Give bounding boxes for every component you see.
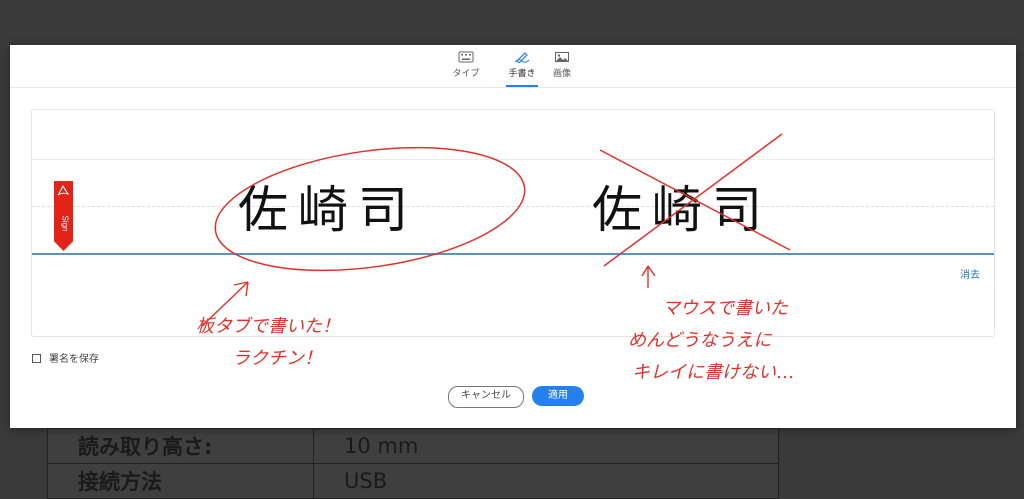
save-signature-label: 署名を保存 — [49, 354, 99, 365]
apply-button[interactable]: 適用 — [532, 386, 584, 406]
tab-type[interactable]: タイプ — [446, 51, 486, 79]
cancel-button[interactable]: キャンセル — [448, 386, 524, 408]
guide-line-dashed — [32, 206, 994, 207]
save-signature-option[interactable]: 署名を保存 — [32, 350, 99, 365]
sign-flag-label: Sign — [60, 215, 70, 232]
clear-button[interactable]: 消去 — [960, 266, 980, 281]
spec-value: 10 mm — [313, 428, 779, 464]
table-row: 接続方法 USB — [47, 463, 779, 499]
signature-baseline — [32, 253, 994, 255]
signature-drawing-area[interactable]: Sign 消去 — [31, 109, 995, 337]
pen-icon — [514, 52, 530, 63]
tab-type-label: タイプ — [452, 69, 480, 79]
signature-mode-tabs: タイプ 手書き 画像 — [10, 45, 1016, 88]
save-signature-checkbox[interactable] — [32, 354, 41, 363]
spec-label: 読み取り高さ: — [47, 428, 314, 464]
guide-line — [32, 159, 994, 160]
signature-dialog: タイプ 手書き 画像 Sign 消去 署名を保存 キャンセル 適用 — [10, 45, 1016, 428]
sign-here-flag: Sign — [54, 181, 73, 251]
keyboard-icon — [458, 51, 474, 63]
background-spec-table: 読み取り高さ: 10 mm 接続方法 USB — [47, 428, 779, 499]
tab-draw-label: 手書き — [508, 69, 536, 79]
acrobat-logo-icon — [57, 185, 69, 196]
tab-image-label: 画像 — [552, 69, 571, 79]
table-row: 読み取り高さ: 10 mm — [47, 428, 779, 464]
spec-value: USB — [313, 463, 779, 499]
tab-image[interactable]: 画像 — [542, 51, 582, 79]
image-icon — [555, 52, 569, 62]
tab-draw[interactable]: 手書き — [502, 51, 542, 87]
spec-label: 接続方法 — [47, 463, 314, 499]
